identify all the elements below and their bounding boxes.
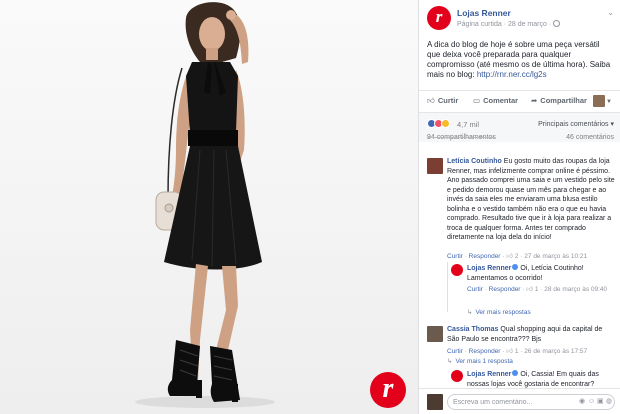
more-replies-link[interactable]: ↳ Ver mais respostas [467,308,531,316]
avatar[interactable] [427,158,443,174]
avatar[interactable] [451,264,463,276]
reply-arrow-icon: ↳ [447,358,453,365]
post-photo[interactable]: r [0,0,418,414]
comment-like-count: 1 [514,348,519,355]
post-side-panel: r Lojas Renner Página curtida · 28 de ma… [418,0,620,414]
sticker-icon[interactable]: ◍ [606,398,612,406]
page-avatar[interactable]: r [427,6,451,30]
comment-body: Letícia Coutinho Eu gosto muito das roup… [447,157,615,243]
user-avatar[interactable] [427,394,443,410]
reaction-icons[interactable] [427,119,450,129]
reaction-count[interactable]: 4,7 mil [457,120,479,129]
chevron-down-icon: ▾ [610,121,614,128]
like-label: Curtir [437,96,459,105]
reply-thread-line [447,262,448,312]
comment-sort-selector[interactable]: Principais comentários ▾ [538,120,614,128]
share-count[interactable]: 94 compartilhamentos [427,134,496,141]
like-icon: 👍︎ [526,286,534,293]
comment-like-link[interactable]: Curtir [447,348,463,355]
comment-count[interactable]: 46 comentários [566,134,614,141]
reply-arrow-icon: ↳ [467,309,473,316]
like-button[interactable]: 👍︎ Curtir [427,96,458,106]
reactions-summary: 4,7 mil Principais comentários ▾ 94 comp… [419,112,620,142]
brand-logo-badge: r [370,372,406,408]
user-avatar [593,95,605,107]
post-actions-bar: 👍︎ Curtir ▭ Comentar ➦ Compartilhar ▼ [419,90,620,112]
post-as-selector[interactable]: ▼ [593,95,612,107]
comment-like-link[interactable]: Curtir [467,286,483,293]
comment-icon: ▭ [473,96,481,105]
page-name-link[interactable]: Lojas Renner [457,8,511,18]
like-icon: 👍︎ [506,253,514,260]
globe-icon [553,20,561,27]
verified-icon [512,370,519,376]
comment-label: Comentar [483,96,519,105]
post-text-link[interactable]: http://rnr.ner.cc/lg2s [477,70,547,79]
post-text: A dica do blog de hoje é sobre uma peça … [427,40,612,80]
comment-like-link[interactable]: Curtir [447,253,463,260]
comment-button[interactable]: ▭ Comentar [473,96,518,105]
comment-author[interactable]: Cassia Thomas [447,326,498,333]
avatar[interactable] [451,370,463,382]
share-button[interactable]: ➦ Compartilhar [531,96,587,105]
more-replies-label: Ver mais respostas [475,309,531,316]
comment-body: Lojas Renner Oi, Cassia! Em quais das no… [467,370,613,389]
more-replies-link[interactable]: ↳ Ver mais 1 resposta [447,357,513,365]
chevron-down-icon: ▼ [606,98,612,105]
post-meta-text[interactable]: Página curtida · 28 de março · [457,21,551,28]
like-icon: 👍︎ [427,96,435,105]
comment-reply-link[interactable]: Responder [469,253,501,260]
comment-body: Cassia Thomas Qual shopping aqui da capi… [447,325,615,344]
wow-reaction-icon [441,119,450,129]
like-icon: 👍︎ [506,348,514,355]
more-replies-label: Ver mais 1 resposta [455,358,513,365]
comment-composer: ◉ ☺ ▣ ◍ [419,388,620,414]
comment-author[interactable]: Letícia Coutinho [447,158,502,165]
comment-meta: Curtir · Responder · 👍︎ 1 · 26 de março … [447,348,588,355]
comment-text: Eu gosto muito das roupas da loja Renner… [447,158,615,241]
comment-time[interactable]: 27 de março às 10:21 [524,253,587,260]
comment-time[interactable]: 28 de março às 09:40 [544,286,607,293]
avatar[interactable] [427,326,443,342]
comment-like-count: 2 [514,253,519,260]
options-icon[interactable]: ⌄ [607,8,614,17]
model-illustration [0,0,418,414]
share-label: Compartilhar [540,96,587,105]
post-meta: Página curtida · 28 de março · [457,20,561,28]
comment-body: Lojas Renner Oi, Letícia Coutinho! Lamen… [467,264,613,283]
comment-author[interactable]: Lojas Renner [467,371,511,378]
comment-sort-label: Principais comentários [538,121,609,128]
verified-icon [512,264,519,270]
comment-meta: Curtir · Responder · 👍︎ 1 · 28 de março … [467,286,608,293]
camera-icon[interactable]: ◉ [579,398,585,406]
post-header: r Lojas Renner Página curtida · 28 de ma… [427,6,614,32]
emoji-icon[interactable]: ☺ [588,398,595,406]
comment-like-count: 1 [534,286,539,293]
comment-reply-link[interactable]: Responder [469,348,501,355]
gif-icon[interactable]: ▣ [597,398,604,406]
comment-time[interactable]: 26 de março às 17:57 [524,348,587,355]
share-icon: ➦ [531,96,538,105]
comment-reply-link[interactable]: Responder [489,286,521,293]
comment-author[interactable]: Lojas Renner [467,265,511,272]
comment-meta: Curtir · Responder · 👍︎ 2 · 27 de março … [447,253,588,260]
